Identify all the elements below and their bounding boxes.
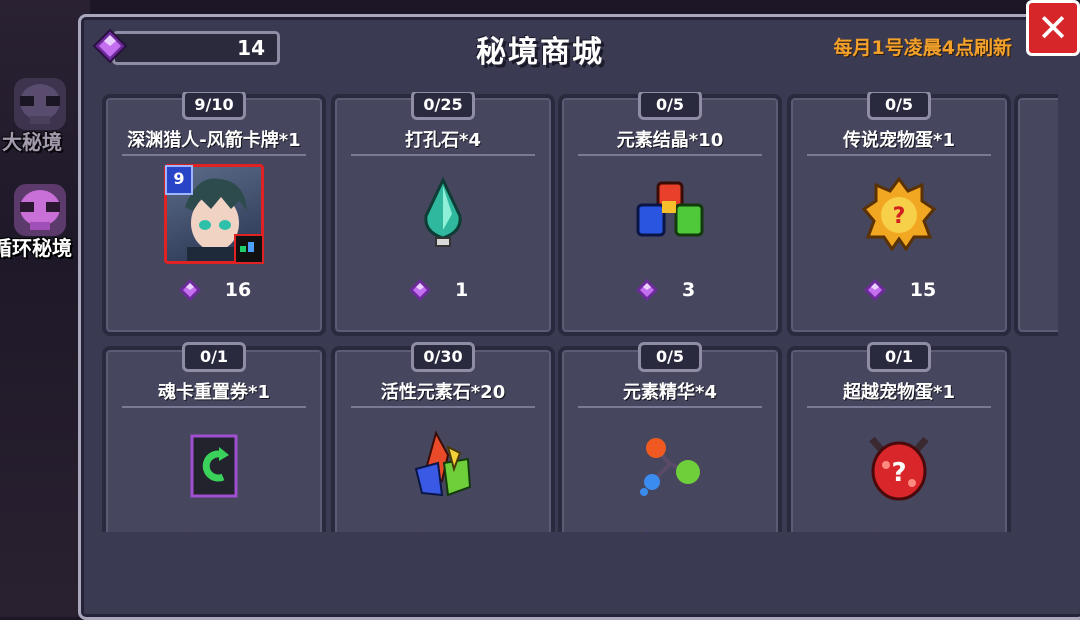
item-icon-slot — [393, 416, 493, 516]
close-icon: ✕ — [1037, 6, 1069, 50]
item-icon-slot: ? — [849, 416, 949, 516]
shop-item-card-partial[interactable] — [1014, 94, 1058, 336]
item-name: 元素精华*4 — [623, 382, 717, 403]
purchase-limit: 0/1 — [182, 342, 246, 372]
purple-gem-icon — [646, 531, 648, 532]
item-name: 打孔石*4 — [405, 130, 481, 151]
svg-text:?: ? — [891, 458, 906, 488]
divider — [122, 154, 306, 156]
item-price: 5 — [682, 531, 706, 532]
item-icon-slot: ? — [849, 164, 949, 264]
svg-text:?: ? — [893, 204, 906, 229]
purple-gem-icon — [873, 531, 876, 532]
item-price: 90 — [225, 531, 251, 532]
purple-gem-icon — [419, 531, 421, 532]
divider — [122, 406, 306, 408]
item-name: 魂卡重置券*1 — [158, 382, 270, 403]
shop-item-card[interactable]: 0/5 传说宠物蛋*1 ? 15 — [787, 92, 1011, 336]
price-row: 1 — [335, 276, 551, 304]
side-entry-cycle-secret-realm[interactable]: 循环秘境 — [0, 178, 80, 261]
divider — [807, 154, 991, 156]
item-price: 15 — [909, 279, 937, 301]
purchase-limit: 9/10 — [182, 92, 246, 120]
purchase-limit: 0/5 — [867, 92, 931, 120]
purple-gem-icon — [178, 279, 201, 301]
side-entry-great-secret-realm[interactable]: 大秘境 — [0, 72, 80, 155]
card-element-badge — [234, 234, 264, 264]
item-icon-slot: 9 — [164, 164, 264, 264]
price-row: 1 — [335, 528, 551, 532]
purchase-limit: 0/30 — [411, 342, 475, 372]
active-element-stone-icon — [414, 430, 472, 497]
price-row: 5 — [562, 528, 778, 532]
shop-item-card[interactable]: 0/5 元素精华*4 5 — [558, 342, 782, 532]
shop-item-card[interactable]: 9/10 深渊猎人-风箭卡牌*1 9 16 — [102, 92, 326, 336]
item-price: 1 — [455, 531, 479, 532]
shop-item-card[interactable]: 0/5 元素结晶*10 3 — [558, 92, 782, 336]
transcend-pet-egg-icon: ? — [869, 436, 929, 501]
shop-item-card[interactable]: 0/1 魂卡重置券*1 90 — [102, 342, 326, 532]
divider — [351, 406, 535, 408]
purchase-limit: 0/1 — [867, 342, 931, 372]
item-icon-slot — [393, 164, 493, 264]
teal-crystal-icon — [424, 176, 462, 247]
item-name: 超越宠物蛋*1 — [843, 382, 955, 403]
price-row: 15 — [791, 276, 1007, 304]
purchase-limit: 0/5 — [638, 342, 702, 372]
shop-item-card[interactable]: 0/25 打孔石*4 1 — [331, 92, 555, 336]
item-icon-slot — [620, 164, 720, 264]
divider — [578, 406, 762, 408]
element-essence-icon — [640, 438, 700, 496]
reset-ticket-icon — [190, 434, 238, 498]
side-entry-label: 大秘境 — [2, 130, 62, 154]
divider — [578, 154, 762, 156]
shop-item-card[interactable]: 0/1 超越宠物蛋*1 ? 75 — [787, 342, 1011, 532]
refresh-note: 每月1号凌晨4点刷新 — [833, 37, 1012, 59]
item-price: 16 — [224, 279, 252, 301]
item-price: 1 — [455, 279, 469, 301]
price-row: 75 — [791, 528, 1007, 532]
price-row: 90 — [106, 528, 322, 532]
purchase-limit: 0/25 — [411, 92, 475, 120]
item-price: 3 — [682, 279, 696, 301]
item-name: 元素结晶*10 — [616, 130, 724, 151]
close-button[interactable]: ✕ — [1026, 0, 1080, 56]
divider — [351, 154, 535, 156]
item-icon-slot — [164, 416, 264, 516]
item-name: 深渊猎人-风箭卡牌*1 — [127, 130, 301, 151]
item-icon-slot — [620, 416, 720, 516]
price-row: 3 — [562, 276, 778, 304]
hero-card-icon: 9 — [164, 164, 264, 264]
side-entry-label: 循环秘境 — [0, 236, 72, 260]
purple-gem-icon — [188, 531, 191, 532]
item-name: 活性元素石*20 — [380, 382, 506, 403]
item-price: 75 — [910, 531, 936, 532]
shop-item-card[interactable]: 0/30 活性元素石*20 1 — [331, 342, 555, 532]
element-crystals-icon — [636, 181, 704, 237]
item-name: 传说宠物蛋*1 — [843, 130, 955, 151]
divider — [807, 406, 991, 408]
purple-gem-icon — [409, 279, 431, 301]
card-level-badge: 9 — [165, 165, 193, 195]
legendary-pet-egg-icon: ? — [862, 177, 936, 251]
shop-grid: 9/10 深渊猎人-风箭卡牌*1 9 16 0/25 打孔石*4 1 0/5 元… — [100, 92, 1058, 532]
price-row: 16 — [106, 276, 322, 304]
purchase-limit: 0/5 — [638, 92, 702, 120]
purple-gem-icon — [863, 279, 886, 301]
purple-gem-icon — [636, 279, 658, 301]
